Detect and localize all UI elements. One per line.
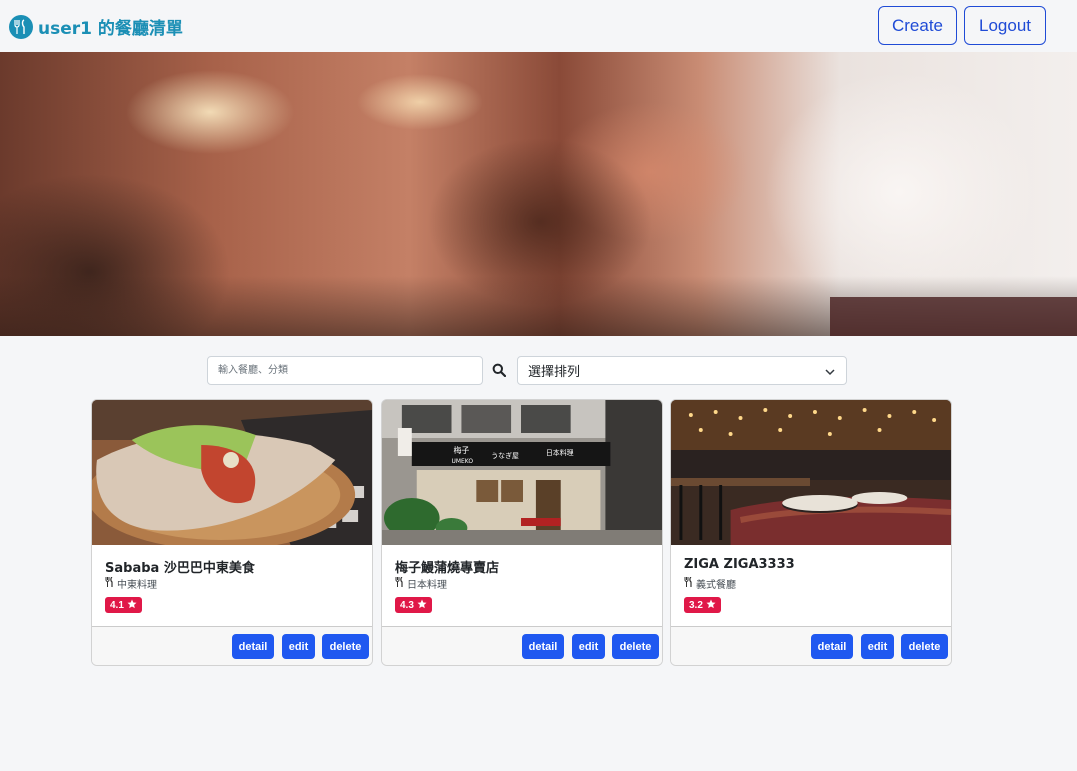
sort-select[interactable]: 選擇排列 [517, 356, 847, 385]
category-label: 義式餐廳 [696, 580, 736, 591]
sign-nihon: 日本料理 [546, 448, 574, 457]
restaurant-name: ZIGA ZIGA3333 [684, 557, 795, 572]
restaurant-category: 中東料理 [105, 576, 157, 591]
category-label: 中東料理 [117, 580, 157, 591]
banner-detail [830, 297, 1077, 336]
brand-title: user1 的餐廳清單 [38, 19, 183, 39]
delete-button[interactable]: delete [901, 634, 948, 659]
detail-button[interactable]: detail [522, 634, 564, 659]
restaurant-photo[interactable] [671, 400, 951, 545]
hero-banner-image [0, 52, 1077, 336]
sort-selected-label: 選擇排列 [528, 365, 581, 380]
restaurant-card: 梅子 UMEKO うなぎ屋 日本料理 梅子鰻蒲燒專賣店 日本料理 4.3 det… [381, 399, 663, 666]
rating-badge: 4.3 [395, 597, 432, 613]
logout-button[interactable]: Logout [964, 6, 1046, 45]
utensils-icon [395, 576, 404, 590]
edit-button[interactable]: edit [282, 634, 315, 659]
brand[interactable]: user1 的餐廳清單 [9, 14, 183, 39]
detail-button[interactable]: detail [811, 634, 853, 659]
restaurant-card: Sababa 沙巴巴中東美食 中東料理 4.1 detail edit dele… [91, 399, 373, 666]
edit-button[interactable]: edit [572, 634, 605, 659]
create-button[interactable]: Create [878, 6, 957, 45]
restaurant-card: ZIGA ZIGA3333 義式餐廳 3.2 detail edit delet… [670, 399, 952, 666]
rating-badge: 3.2 [684, 597, 721, 613]
utensils-logo-icon [9, 14, 33, 39]
star-icon [417, 599, 427, 612]
restaurant-name: 梅子鰻蒲燒專賣店 [395, 561, 500, 576]
sign-umeko: 梅子 [453, 445, 469, 455]
restaurant-name: Sababa 沙巴巴中東美食 [105, 561, 255, 576]
star-icon [706, 599, 716, 612]
restaurant-category: 日本料理 [395, 576, 447, 591]
chevron-down-icon [824, 366, 836, 378]
restaurant-photo[interactable]: 梅子 UMEKO うなぎ屋 日本料理 [382, 400, 662, 545]
search-input[interactable] [207, 356, 483, 385]
navbar: user1 的餐廳清單 Create Logout [0, 0, 1077, 52]
detail-button[interactable]: detail [232, 634, 274, 659]
card-footer: detail edit delete [671, 626, 951, 665]
star-icon [127, 599, 137, 612]
utensils-icon [105, 576, 114, 590]
rating-value: 4.3 [400, 599, 414, 611]
delete-button[interactable]: delete [612, 634, 659, 659]
utensils-icon [684, 576, 693, 590]
category-label: 日本料理 [407, 580, 447, 591]
sign-umeko-en: UMEKO [452, 458, 474, 465]
search-icon[interactable] [492, 363, 508, 379]
edit-button[interactable]: edit [861, 634, 894, 659]
card-footer: detail edit delete [92, 626, 372, 665]
sign-unagi: うなぎ屋 [491, 451, 519, 460]
card-footer: detail edit delete [382, 626, 662, 665]
rating-badge: 4.1 [105, 597, 142, 613]
restaurant-photo[interactable] [92, 400, 372, 545]
restaurant-category: 義式餐廳 [684, 576, 736, 591]
rating-value: 3.2 [689, 599, 703, 611]
delete-button[interactable]: delete [322, 634, 369, 659]
rating-value: 4.1 [110, 599, 124, 611]
